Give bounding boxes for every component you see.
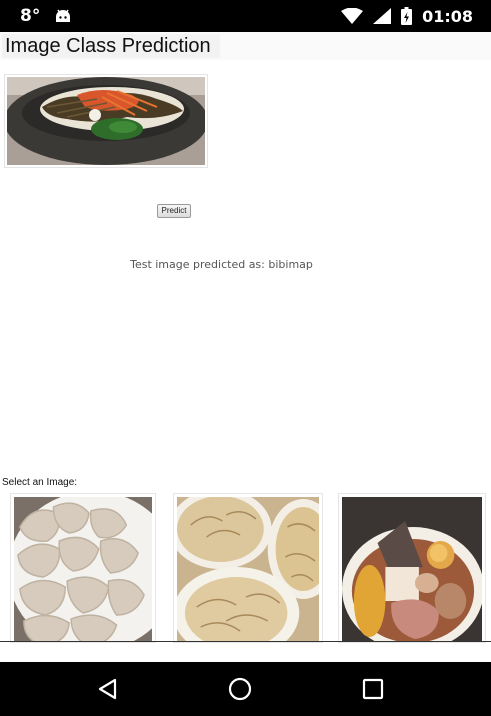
temperature-text: 8°: [20, 6, 41, 26]
fried-dumplings-image: [177, 497, 319, 642]
test-image: [4, 74, 208, 168]
status-bar: 8° 01:08: [0, 0, 491, 32]
predict-button[interactable]: Predict: [157, 204, 191, 218]
recents-icon[interactable]: [353, 674, 393, 704]
android-icon: [54, 9, 72, 23]
dumplings-image: [14, 497, 152, 642]
page-title: Image Class Prediction: [5, 35, 211, 57]
gallery-item-oden[interactable]: [338, 493, 486, 643]
back-icon[interactable]: [88, 674, 128, 704]
navigation-bar: [0, 662, 491, 716]
select-image-label: Select an Image:: [2, 477, 78, 488]
wifi-icon: [341, 8, 364, 24]
home-icon[interactable]: [220, 674, 260, 704]
gallery-item-dumplings[interactable]: [10, 493, 156, 643]
oden-image: [342, 497, 482, 642]
bibimbap-image: [4, 77, 208, 165]
battery-charging-icon: [401, 7, 413, 25]
divider-line: [0, 641, 491, 642]
cell-signal-icon: [373, 8, 392, 24]
prediction-result-text: Test image predicted as: bibimap: [130, 258, 313, 271]
prediction-result: Test image predicted as: bibimap: [0, 258, 491, 271]
gallery-item-fried-dumplings[interactable]: [173, 493, 323, 643]
clock-text: 01:08: [422, 6, 473, 26]
